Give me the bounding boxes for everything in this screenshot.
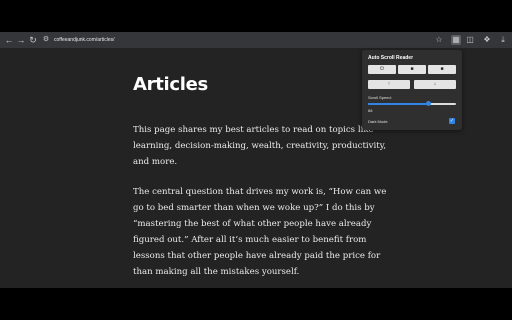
puzzle-icon[interactable]: ❖ — [482, 35, 492, 45]
side-panel-icon[interactable]: ◫ — [465, 35, 475, 45]
scroll-up-button[interactable]: ↑ — [368, 80, 410, 89]
pause-icon: ■ — [410, 66, 414, 72]
slider-fill — [368, 103, 428, 105]
second-paragraph: The central question that drives my work… — [133, 187, 387, 277]
scroll-speed-label: Scroll Speed: — [368, 95, 392, 100]
dark-mode-checkbox[interactable]: ✓ — [449, 118, 455, 124]
scroll-up-icon: ↑ — [387, 81, 391, 87]
bottom-letterbox — [0, 288, 512, 320]
scroll-down-icon: ↓ — [433, 81, 437, 87]
arrow-left-icon[interactable]: ← — [3, 34, 15, 46]
scroll-down-button[interactable]: ↓ — [414, 80, 456, 89]
browser-toolbar: ← → ↻ ⚙ coffeeandjunk.com/articles/ ☆ ▦ … — [0, 32, 512, 48]
power-icon: ⏻ — [380, 66, 384, 72]
top-letterbox — [0, 0, 512, 32]
power-button[interactable]: ⏻ — [368, 65, 396, 74]
address-bar[interactable]: coffeeandjunk.com/articles/ — [54, 34, 115, 46]
star-icon[interactable]: ☆ — [434, 35, 444, 45]
page-title: Articles — [133, 74, 208, 95]
scroll-speed-value: 68 — [368, 108, 373, 113]
scroll-speed-slider[interactable] — [368, 101, 456, 106]
download-icon[interactable]: ⤓ — [498, 35, 508, 45]
slider-thumb[interactable] — [425, 101, 431, 106]
dark-mode-label: Dark Mode — [368, 119, 388, 124]
auto-scroll-extension-icon[interactable]: ▦ — [451, 35, 461, 45]
tune-icon[interactable]: ⚙ — [40, 34, 52, 46]
stop-button[interactable]: ■ — [428, 65, 456, 74]
reload-icon[interactable]: ↻ — [27, 34, 39, 46]
arrow-right-icon[interactable]: → — [15, 34, 27, 46]
pause-button[interactable]: ■ — [398, 65, 426, 74]
intro-paragraph: This page shares my best articles to rea… — [133, 125, 387, 167]
extension-popup: Auto Scroll Reader ⏻ ■ ■ ↑ ↓ Scroll Spee… — [362, 50, 462, 130]
popup-title: Auto Scroll Reader — [368, 55, 414, 61]
stop-icon: ■ — [440, 66, 444, 72]
